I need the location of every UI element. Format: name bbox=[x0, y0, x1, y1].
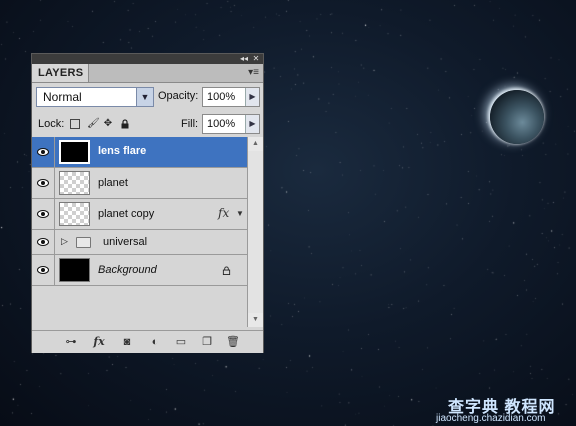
folder-icon bbox=[76, 237, 91, 248]
layer-mask-icon[interactable]: ◙ bbox=[120, 335, 134, 349]
expand-effects-icon[interactable]: ▼ bbox=[236, 209, 244, 218]
opacity-label: Opacity: bbox=[158, 90, 199, 102]
lock-icon bbox=[222, 266, 231, 275]
layer-thumbnail bbox=[59, 140, 90, 164]
eye-icon bbox=[37, 210, 49, 218]
fill-slider-arrow-icon[interactable]: ▶ bbox=[245, 115, 259, 133]
layer-row-background[interactable]: Background bbox=[32, 255, 247, 286]
planet-graphic bbox=[490, 90, 544, 144]
layer-name: planet bbox=[98, 177, 128, 189]
layer-thumbnail bbox=[59, 258, 90, 282]
fill-value: 100% bbox=[207, 118, 236, 130]
layer-row-universal-group[interactable]: ▷ universal bbox=[32, 230, 247, 255]
visibility-toggle[interactable] bbox=[32, 230, 55, 254]
panel-menu-icon[interactable]: ▾≡ bbox=[248, 67, 259, 78]
lock-position-icon[interactable]: ✥ bbox=[103, 119, 113, 129]
layers-panel: ◂◂ ✕ LAYERS ▾≡ Normal ▼ Opacity: 100% ▶ … bbox=[31, 53, 264, 353]
visibility-toggle[interactable] bbox=[32, 168, 55, 198]
new-layer-icon[interactable]: ❐ bbox=[200, 335, 214, 349]
eye-icon bbox=[37, 148, 49, 156]
layer-name: planet copy bbox=[98, 208, 155, 220]
layer-row-lens-flare[interactable]: lens flare bbox=[32, 137, 247, 168]
layer-name: Background bbox=[98, 264, 157, 276]
layers-scrollbar[interactable]: ▲ ▼ bbox=[247, 137, 263, 327]
layer-name: lens flare bbox=[98, 145, 147, 157]
layer-row-planet-copy[interactable]: planet copy fx ▼ bbox=[32, 199, 247, 230]
visibility-toggle[interactable] bbox=[32, 255, 55, 285]
layer-thumbnail bbox=[59, 171, 90, 195]
scroll-up-icon[interactable]: ▲ bbox=[248, 137, 263, 151]
lock-fill-row: Lock: 🖌 ✥ Fill: 100% ▶ bbox=[32, 111, 263, 138]
visibility-toggle[interactable] bbox=[32, 137, 55, 167]
layers-list: lens flare planet planet copy fx ▼ ▷ uni… bbox=[32, 137, 247, 327]
watermark-url: jiaocheng.chazidian.com bbox=[436, 413, 546, 424]
layer-style-icon[interactable]: fx bbox=[92, 335, 106, 349]
blend-mode-value: Normal bbox=[43, 90, 82, 104]
fill-field[interactable]: 100% ▶ bbox=[202, 114, 260, 134]
panel-tab-row: LAYERS ▾≡ bbox=[32, 64, 263, 83]
tab-layers[interactable]: LAYERS bbox=[32, 64, 89, 82]
lock-all-icon[interactable] bbox=[120, 119, 130, 129]
layer-row-planet[interactable]: planet bbox=[32, 168, 247, 199]
link-layers-icon[interactable]: ⊶ bbox=[64, 335, 78, 349]
blend-mode-dropdown[interactable]: Normal ▼ bbox=[36, 87, 154, 107]
blend-opacity-row: Normal ▼ Opacity: 100% ▶ bbox=[32, 83, 263, 111]
opacity-value: 100% bbox=[207, 91, 236, 103]
fill-label: Fill: bbox=[181, 118, 199, 130]
lock-image-pixels-icon[interactable]: 🖌 bbox=[87, 119, 100, 129]
double-left-arrow-icon[interactable]: ◂◂ bbox=[239, 54, 249, 64]
delete-layer-icon[interactable]: 🗑 bbox=[226, 335, 240, 349]
new-group-icon[interactable]: ▭ bbox=[174, 335, 188, 349]
opacity-field[interactable]: 100% ▶ bbox=[202, 87, 260, 107]
opacity-slider-arrow-icon[interactable]: ▶ bbox=[245, 88, 259, 106]
expand-group-icon[interactable]: ▷ bbox=[61, 236, 68, 247]
visibility-toggle[interactable] bbox=[32, 199, 55, 229]
eye-icon bbox=[37, 179, 49, 187]
adjustment-layer-icon[interactable]: ◐ bbox=[148, 335, 162, 349]
chevron-down-icon[interactable]: ▼ bbox=[136, 88, 153, 106]
layer-effects-icon[interactable]: fx bbox=[218, 206, 229, 220]
panel-titlebar: ◂◂ ✕ bbox=[32, 54, 263, 64]
layer-name: universal bbox=[103, 236, 148, 248]
eye-icon bbox=[37, 266, 49, 274]
panel-footer: ⊶ fx ◙ ◐ ▭ ❐ 🗑 bbox=[32, 330, 263, 353]
lock-transparent-pixels-icon[interactable] bbox=[70, 119, 80, 129]
lock-label: Lock: bbox=[38, 118, 65, 130]
scroll-down-icon[interactable]: ▼ bbox=[248, 313, 263, 327]
eye-icon bbox=[37, 238, 49, 246]
close-icon[interactable]: ✕ bbox=[251, 54, 261, 64]
layer-thumbnail bbox=[59, 202, 90, 226]
